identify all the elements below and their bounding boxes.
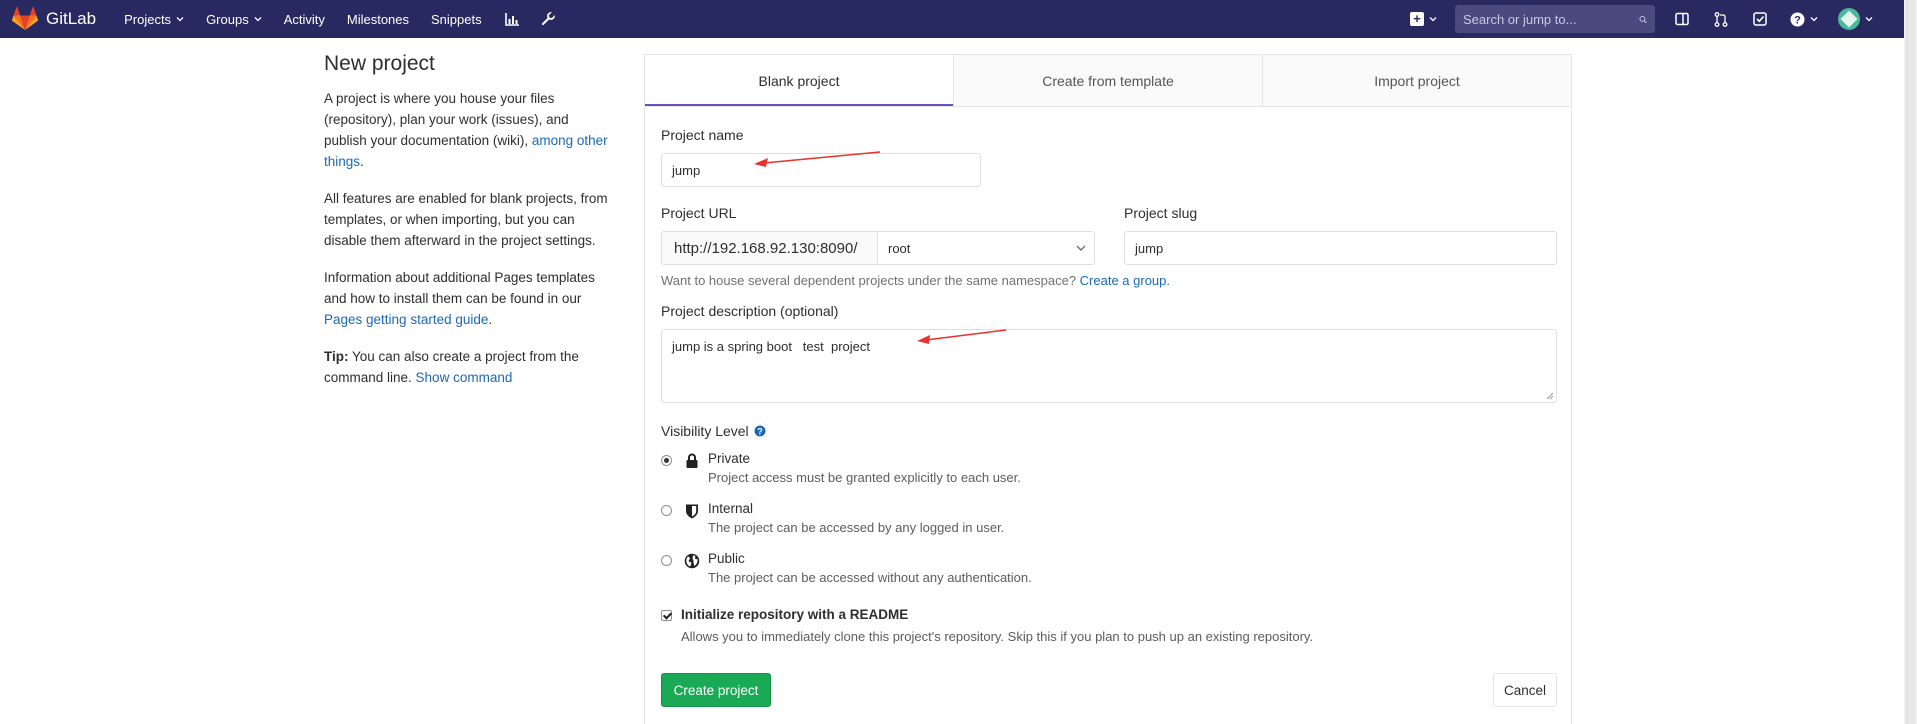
project-description-value: jump is a spring boot test project xyxy=(672,339,870,354)
svg-text:?: ? xyxy=(757,426,763,436)
info-text-end: . xyxy=(360,154,364,169)
project-description-label: Project description (optional) xyxy=(661,303,839,319)
merge-request-icon[interactable] xyxy=(1712,10,1730,28)
wrench-icon[interactable] xyxy=(540,11,556,27)
visibility-public-radio[interactable] xyxy=(661,555,672,566)
project-name-label: Project name xyxy=(661,127,744,143)
avatar xyxy=(1838,8,1860,30)
create-project-button[interactable]: Create project xyxy=(661,673,771,707)
navbar-right: + ? xyxy=(1410,0,1917,38)
page-title: New project xyxy=(324,52,435,75)
search-box[interactable] xyxy=(1455,5,1655,33)
tab-create-from-template[interactable]: Create from template xyxy=(954,55,1263,106)
pages-guide-link[interactable]: Pages getting started guide xyxy=(324,312,488,327)
plus-square-icon: + xyxy=(1410,12,1424,26)
annotation-arrow-description xyxy=(917,329,1007,344)
info-text-end: . xyxy=(488,312,493,327)
nav-groups-dropdown[interactable]: Groups xyxy=(206,12,262,27)
todo-check-icon[interactable] xyxy=(1751,10,1769,28)
visibility-level-heading: Visibility Level ? xyxy=(661,423,766,439)
search-input[interactable] xyxy=(1463,11,1639,27)
namespace-select[interactable]: root xyxy=(877,231,1095,265)
cancel-button[interactable]: Cancel xyxy=(1493,673,1557,707)
visibility-private-desc: Project access must be granted explicitl… xyxy=(708,470,1021,485)
chevron-down-icon xyxy=(1865,17,1873,22)
initialize-readme-label[interactable]: Initialize repository with a README xyxy=(681,607,908,622)
show-command-link[interactable]: Show command xyxy=(416,370,513,385)
tab-blank-project[interactable]: Blank project xyxy=(645,55,954,106)
visibility-level-label: Visibility Level xyxy=(661,423,749,439)
chevron-down-icon xyxy=(254,17,262,22)
nav-milestones[interactable]: Milestones xyxy=(347,12,409,27)
visibility-private-radio[interactable] xyxy=(661,455,672,466)
scrollbar-thumb[interactable] xyxy=(1906,0,1915,724)
visibility-private-text: Private Project access must be granted e… xyxy=(708,451,1021,485)
globe-icon xyxy=(684,553,700,569)
gitlab-logo-icon xyxy=(12,7,38,30)
chevron-down-icon xyxy=(176,17,184,22)
question-circle-icon[interactable]: ? xyxy=(754,425,766,437)
top-navbar: GitLab Projects Groups Activity Mileston… xyxy=(0,0,1917,38)
help-icon: ? xyxy=(1790,12,1805,26)
nav-links: Projects Groups Activity Milestones Snip… xyxy=(124,0,576,38)
user-dropdown[interactable] xyxy=(1838,8,1873,30)
new-dropdown[interactable]: + xyxy=(1410,12,1437,26)
info-column: New project A project is where you house… xyxy=(324,52,614,404)
info-paragraph-tip: Tip: You can also create a project from … xyxy=(324,346,614,388)
visibility-option-internal[interactable]: Internal The project can be accessed by … xyxy=(661,501,1004,535)
nav-milestones-label: Milestones xyxy=(346,11,410,27)
nav-projects-dropdown[interactable]: Projects xyxy=(124,12,184,27)
nav-projects-label: Projects xyxy=(124,11,172,27)
nav-snippets[interactable]: Snippets xyxy=(431,12,482,27)
project-url-prefix: http://192.168.92.130:8090/ xyxy=(661,231,877,265)
visibility-option-public[interactable]: Public The project can be accessed witho… xyxy=(661,551,1032,585)
nav-activity[interactable]: Activity xyxy=(284,12,325,27)
project-slug-input[interactable]: jump xyxy=(1124,231,1557,265)
initialize-readme-checkbox[interactable] xyxy=(661,610,672,621)
gitlab-home-link[interactable]: GitLab xyxy=(12,0,96,38)
visibility-public-desc: The project can be accessed without any … xyxy=(708,570,1032,585)
chevron-down-icon xyxy=(1810,17,1818,22)
resize-grip-icon[interactable] xyxy=(1546,392,1554,400)
initialize-readme-desc: Allows you to immediately clone this pro… xyxy=(681,629,1314,644)
chevron-down-icon xyxy=(1429,17,1437,22)
info-paragraph-features: All features are enabled for blank proje… xyxy=(324,191,608,248)
visibility-private-title: Private xyxy=(708,451,751,466)
help-dropdown[interactable]: ? xyxy=(1790,12,1818,27)
nav-activity-label: Activity xyxy=(283,11,325,27)
gitlab-brand-name: GitLab xyxy=(46,9,97,28)
svg-text:?: ? xyxy=(1794,14,1801,26)
info-paragraph-pages: Information about additional Pages templ… xyxy=(324,267,614,330)
info-text: Information about additional Pages templ… xyxy=(324,270,595,306)
shield-icon xyxy=(686,504,698,519)
project-url-label: Project URL xyxy=(661,205,737,221)
project-slug-label: Project slug xyxy=(1124,205,1198,221)
lock-icon xyxy=(686,453,698,468)
search-icon xyxy=(1639,15,1647,23)
annotation-arrow-name xyxy=(754,151,881,167)
project-type-tabs: Blank project Create from template Impor… xyxy=(645,55,1571,107)
visibility-public-text: Public The project can be accessed witho… xyxy=(708,551,1032,585)
visibility-internal-radio[interactable] xyxy=(661,505,672,516)
visibility-internal-title: Internal xyxy=(708,501,754,516)
chart-icon[interactable] xyxy=(504,11,520,27)
info-paragraph-projects: A project is where you house your files … xyxy=(324,88,614,172)
tab-import-project[interactable]: Import project xyxy=(1263,55,1571,106)
nav-groups-label: Groups xyxy=(206,11,249,27)
chevron-down-icon xyxy=(1076,245,1086,251)
visibility-public-title: Public xyxy=(708,551,745,566)
namespace-help-text: Want to house several dependent projects… xyxy=(661,273,1170,288)
nav-snippets-label: Snippets xyxy=(431,11,482,27)
visibility-option-private[interactable]: Private Project access must be granted e… xyxy=(661,451,1021,485)
visibility-internal-text: Internal The project can be accessed by … xyxy=(708,501,1004,535)
namespace-help: Want to house several dependent projects… xyxy=(661,273,1080,288)
sidebar-icon[interactable] xyxy=(1673,10,1691,28)
project-description-textarea[interactable]: jump is a spring boot test project xyxy=(661,329,1557,403)
tip-label: Tip: xyxy=(324,349,349,364)
visibility-internal-desc: The project can be accessed by any logge… xyxy=(708,520,1005,535)
create-group-link[interactable]: Create a group. xyxy=(1080,273,1170,288)
namespace-value: root xyxy=(888,240,911,256)
page-scrollbar[interactable] xyxy=(1904,0,1917,724)
